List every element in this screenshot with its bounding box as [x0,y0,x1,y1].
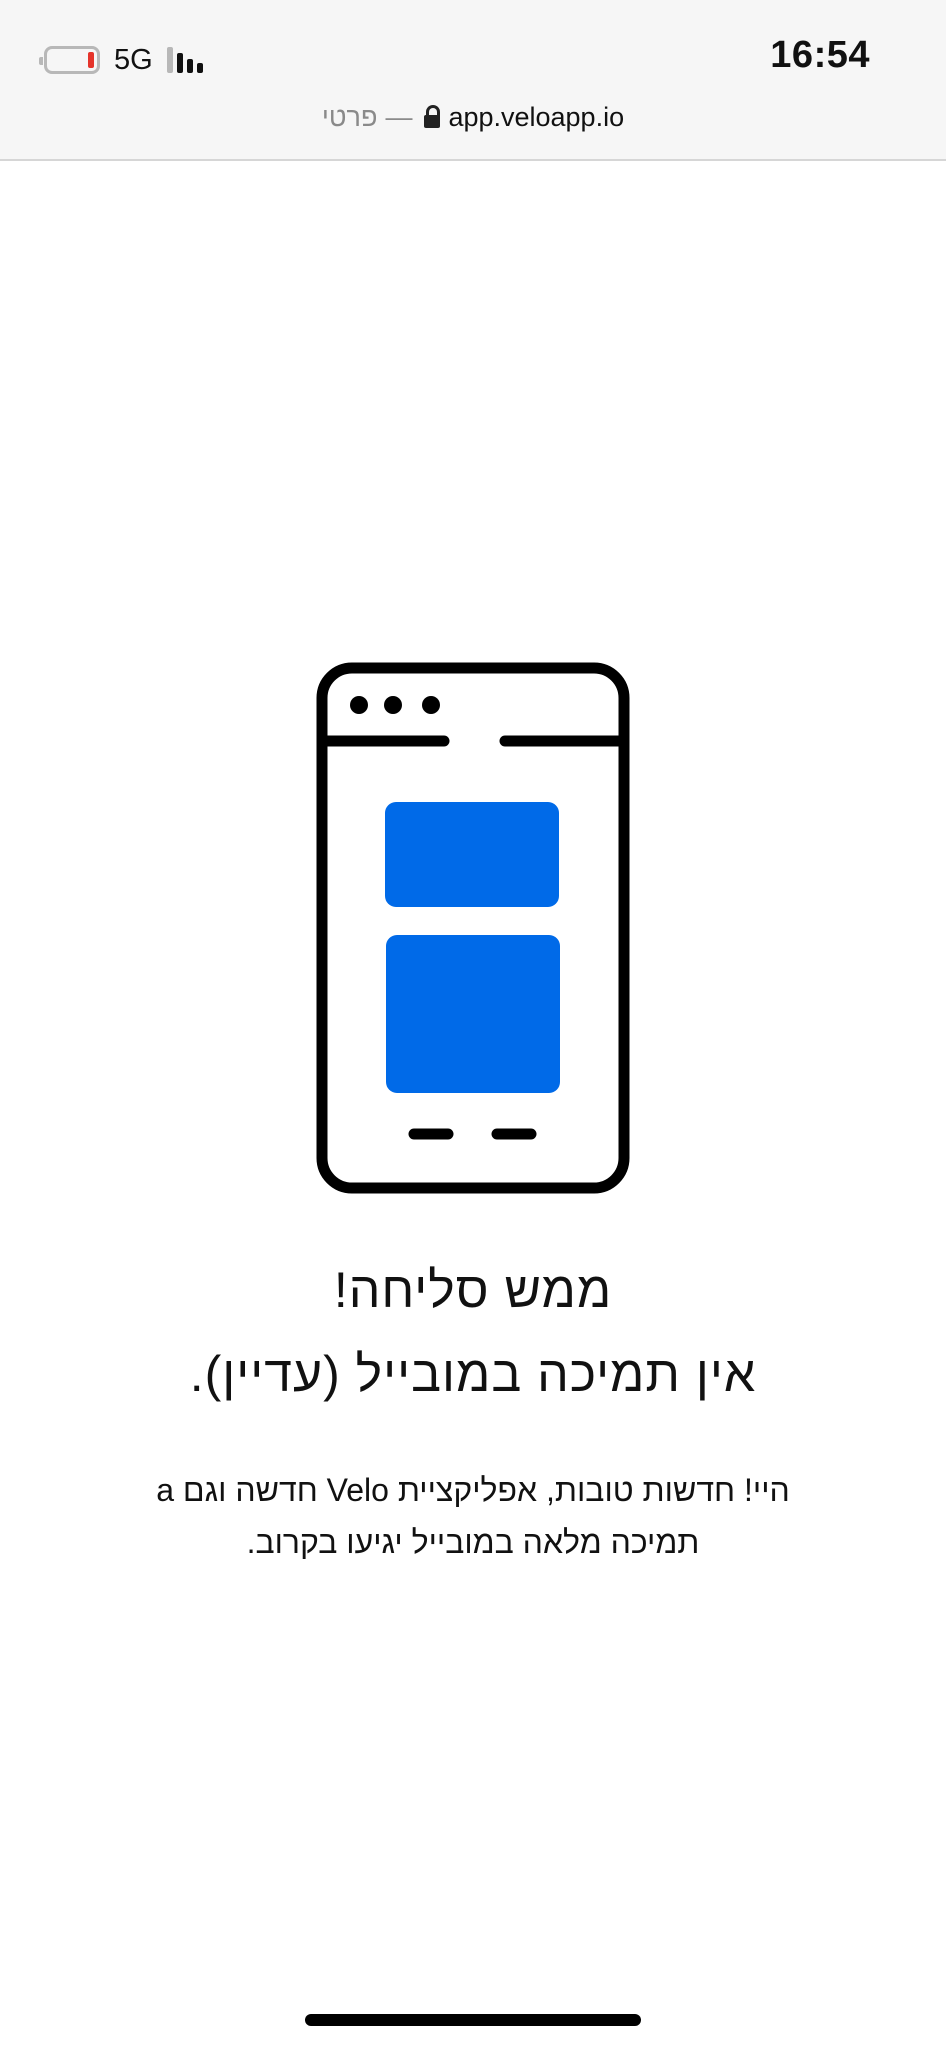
page-title: ממש סליחה! [333,1262,613,1318]
private-mode-label: פרטי [321,102,378,132]
window-dot-3 [422,696,440,714]
battery-icon [39,46,100,74]
status-time: 16:54 [770,34,870,76]
mobile-illustration [0,660,946,1200]
window-dot-2 [384,696,402,714]
lock-icon [424,105,441,129]
url-host: app.veloapp.io [448,102,625,132]
status-indicators: 5G [39,40,203,80]
address-bar[interactable]: פרטי — app.veloapp.io [0,102,946,133]
page-title-secondary: אין תמיכה במובייל (עדיין). [189,1346,757,1402]
content-block-top [385,802,559,907]
mobile-phone-icon [316,662,630,1194]
home-indicator[interactable] [305,2014,641,2026]
network-type: 5G [114,43,153,76]
browser-chrome: 5G 16:54 פרטי — app.veloapp.io [0,0,946,161]
signal-strength-icon [166,47,203,73]
window-dot-1 [350,696,368,714]
battery-level [88,52,94,68]
url-separator: — [385,102,413,132]
unsupported-message: ממש סליחה! אין תמיכה במובייל (עדיין). הי… [0,1248,946,1568]
content-block-bottom [386,935,560,1093]
message-body: היי! חדשות טובות, אפליקציית Velo חדשה וג… [156,1472,790,1560]
